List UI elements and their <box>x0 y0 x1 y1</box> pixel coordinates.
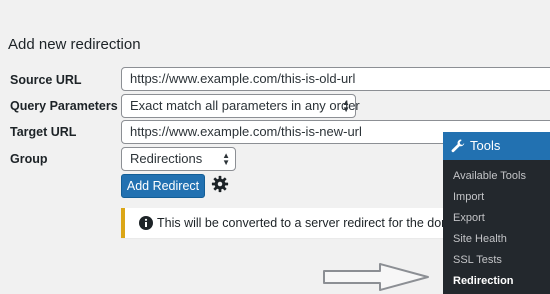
select-arrows-icon: ▲ ▼ <box>222 151 230 167</box>
gear-icon[interactable] <box>211 175 229 193</box>
wrench-icon <box>451 139 465 153</box>
source-url-input[interactable]: https://www.example.com/this-is-old-url <box>121 67 550 91</box>
source-url-label: Source URL <box>10 73 82 87</box>
tools-menu-label: Tools <box>470 138 501 153</box>
select-arrows-icon: ▲ ▼ <box>342 98 350 114</box>
menu-item-redirection[interactable]: Redirection <box>453 275 514 287</box>
menu-item-import[interactable]: Import <box>453 191 484 203</box>
query-parameters-value: Exact match all parameters in any order <box>130 98 360 113</box>
query-parameters-label: Query Parameters <box>10 99 118 113</box>
group-value: Redirections <box>130 151 203 166</box>
page-title: Add new redirection <box>8 36 141 53</box>
menu-item-export[interactable]: Export <box>453 212 485 224</box>
target-url-label: Target URL <box>10 125 77 139</box>
info-icon <box>139 216 153 230</box>
pointer-arrow-icon <box>323 263 429 291</box>
add-redirect-button[interactable]: Add Redirect <box>121 174 205 198</box>
tools-menu-header[interactable]: Tools <box>443 132 550 160</box>
menu-item-site-health[interactable]: Site Health <box>453 233 507 245</box>
query-parameters-select[interactable]: Exact match all parameters in any order … <box>121 94 360 118</box>
menu-item-available-tools[interactable]: Available Tools <box>453 170 526 182</box>
notice-text: This will be converted to a server redir… <box>157 216 469 230</box>
menu-item-ssl-tests[interactable]: SSL Tests <box>453 254 502 266</box>
group-label: Group <box>10 152 48 166</box>
tools-submenu: Tools Available Tools Import Export Site… <box>443 132 550 294</box>
group-select[interactable]: Redirections ▲ ▼ <box>121 147 236 171</box>
